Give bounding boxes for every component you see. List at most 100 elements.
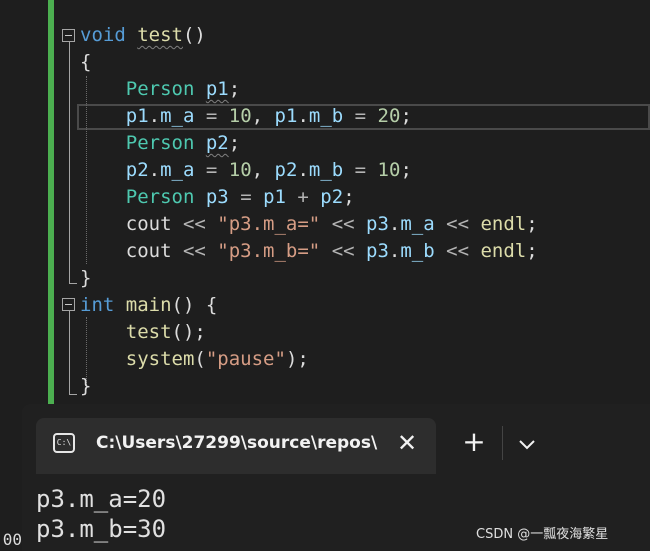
code-token: void [80, 24, 126, 46]
editor-gutter [0, 0, 44, 410]
code-token: . [297, 159, 309, 181]
code-token: p2 [274, 159, 298, 181]
code-token: { [80, 51, 92, 73]
code-token: + [285, 186, 321, 208]
code-line[interactable]: } [80, 373, 91, 400]
code-token: p3 [366, 213, 389, 235]
terminal-tab-title: C:\Users\27299\source\repos\ [96, 433, 378, 453]
code-token: << [171, 213, 218, 235]
code-token: ; [400, 105, 412, 127]
code-token: << [320, 240, 367, 262]
code-token: endl [480, 240, 527, 262]
code-token: test [137, 24, 183, 46]
code-line[interactable]: { [80, 49, 91, 76]
code-token: Person [125, 132, 195, 154]
code-line[interactable]: cout << "p3.m_b=" << p3.m_b << endl; [80, 238, 538, 265]
code-token: << [171, 240, 218, 262]
plus-icon[interactable]: + [458, 426, 490, 458]
code-line[interactable]: Person p3 = p1 + p2; [80, 184, 355, 211]
code-token: m_a [160, 159, 195, 181]
code-token: , [251, 105, 275, 127]
code-line[interactable]: test(); [80, 319, 206, 346]
tab-separator [502, 426, 503, 460]
code-token: system [125, 348, 195, 370]
code-token: p1 [125, 105, 149, 127]
code-token: Person [125, 78, 195, 100]
code-token: p3 [366, 240, 389, 262]
code-token: p2 [320, 186, 344, 208]
code-line[interactable]: p2.m_a = 10, p2.m_b = 10; [80, 157, 412, 184]
code-line[interactable]: } [80, 265, 91, 292]
code-line[interactable]: p1.m_a = 10, p1.m_b = 20; [80, 103, 412, 130]
code-line[interactable]: void test() [80, 22, 206, 49]
collapse-test-function-icon[interactable] [62, 29, 75, 42]
code-token: test [125, 321, 172, 343]
code-token: 10 [228, 105, 252, 127]
code-token: cout [125, 240, 172, 262]
code-token: "p3.m_a=" [217, 213, 321, 235]
code-token: 10 [377, 159, 401, 181]
change-indicator-bar [48, 0, 54, 404]
code-token: "p3.m_b=" [217, 240, 321, 262]
code-token: p2 [125, 159, 149, 181]
code-editor[interactable]: void test(){ Person p1; p1.m_a = 10, p1.… [0, 0, 650, 410]
code-token: Person [125, 186, 195, 208]
code-token: << [320, 213, 367, 235]
code-token: () [182, 24, 206, 46]
code-token: int [80, 294, 115, 316]
code-token: = [194, 159, 229, 181]
collapse-main-function-icon[interactable] [62, 298, 75, 311]
code-token: = [343, 105, 378, 127]
code-line[interactable]: int main() { [80, 292, 217, 319]
code-line[interactable]: Person p1; [80, 76, 240, 103]
code-token: m_a [160, 105, 195, 127]
code-token: main [125, 294, 172, 316]
code-token: << [434, 240, 481, 262]
code-token: , [251, 159, 275, 181]
terminal-tab[interactable]: C:\ C:\Users\27299\source\repos\ ✕ [36, 418, 436, 474]
code-token: } [80, 267, 92, 289]
code-token: p1 [274, 105, 298, 127]
terminal-output-line: p3.m_a=20 [36, 485, 167, 513]
code-token: = [194, 105, 229, 127]
code-token: () { [171, 294, 218, 316]
code-token: = [228, 186, 264, 208]
code-token: ; [400, 159, 412, 181]
code-token: p3 [205, 186, 229, 208]
watermark: CSDN @一瓢夜海繁星 [476, 527, 609, 542]
console-app-icon: C:\ [53, 433, 75, 453]
code-token: "pause" [205, 348, 286, 370]
terminal-output-line: p3.m_b=30 [36, 515, 167, 543]
code-token: p1 [263, 186, 286, 208]
code-token: (); [171, 321, 206, 343]
code-token: endl [480, 213, 527, 235]
code-token: 20 [377, 105, 401, 127]
code-token: << [434, 213, 481, 235]
code-token: p1 [205, 78, 229, 100]
code-token: ; [526, 240, 538, 262]
code-line[interactable]: system("pause"); [80, 346, 309, 373]
code-token: ; [343, 186, 355, 208]
code-token: = [343, 159, 378, 181]
code-line[interactable]: Person p2; [80, 130, 240, 157]
chevron-down-icon[interactable] [512, 430, 542, 460]
close-icon[interactable]: ✕ [392, 428, 422, 458]
fold-end-test [69, 283, 77, 284]
code-token: . [388, 213, 401, 235]
code-line[interactable]: cout << "p3.m_a=" << p3.m_a << endl; [80, 211, 538, 238]
code-token: m_a [400, 213, 435, 235]
fold-end-main [69, 394, 77, 395]
code-token: ); [285, 348, 309, 370]
code-token: . [148, 105, 161, 127]
